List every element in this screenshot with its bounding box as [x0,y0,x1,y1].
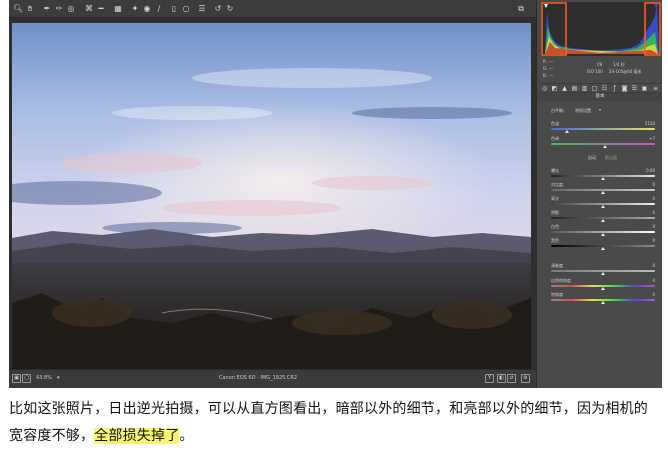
white-balance-select[interactable]: 原照设置 [575,108,591,114]
camera-calibration-tab-icon[interactable]: ◙ [621,85,628,92]
whites-label: 白色 [551,224,559,229]
view-toggle-button[interactable]: Y [485,374,494,383]
brush-icon[interactable]: ∕ [154,4,164,14]
toggle-view-icon[interactable]: ▢ [22,374,31,383]
vibrance-slider-thumb[interactable] [601,287,605,290]
saturation-slider-thumb[interactable] [601,301,605,304]
shadows-slider-thumb[interactable] [601,219,605,222]
tint-label: 色调 [551,136,559,141]
spot-removal-icon[interactable]: ✦ [130,4,140,14]
white-balance-label: 白平衡: [551,108,565,113]
settings-icon[interactable]: ⚙ [521,374,530,383]
clarity-value[interactable]: 0 [639,263,655,268]
whites-slider-thumb[interactable] [601,233,605,236]
blacks-slider-thumb[interactable] [601,247,605,250]
blacks-label: 黑色 [551,238,559,243]
tone-curve-tab-icon[interactable]: ◩ [551,85,558,92]
compare-swap-icon[interactable]: ⇄ [507,374,516,383]
fullscreen-icon[interactable]: ⧉ [516,4,526,14]
lens-tab-icon[interactable]: □ [591,85,598,92]
effects-tab-icon[interactable]: ☷ [601,85,608,92]
zoom-dropdown-icon[interactable]: ▾ [57,375,60,381]
caption-highlight: 全部损失掉了 [94,428,180,444]
exposure-label: 曝光 [551,168,559,173]
color-sampler-icon[interactable]: ✑ [54,4,64,14]
g-value: --- [549,66,554,71]
caption-end: 。 [179,428,194,444]
whites-value[interactable]: 0 [639,224,655,229]
vibrance-value[interactable]: 0 [639,278,655,283]
vibrance-label: 自然饱和度 [551,278,571,283]
iso: ISO 100 [587,69,603,74]
camera-raw-screenshot: 🔍︎ ✋︎ ✒ ✑ ◎ ⌘ ━ ▦ ✦ ◉ ∕ ▯ ○ ☰ ↺ ↻ ⧉ ▣ ▢ … [9,0,662,388]
snapshots-tab-icon[interactable]: ▣ [641,85,648,92]
crop-icon[interactable]: ⌘ [84,4,94,14]
presets-tab-icon[interactable]: ☰ [631,85,638,92]
red-eye-icon[interactable]: ◉ [142,4,152,14]
lens-info: 24-105@64 毫米 [609,69,642,74]
temp-slider-thumb[interactable] [565,130,569,133]
hsl-tab-icon[interactable]: ▤ [571,85,578,92]
tint-slider-thumb[interactable] [603,145,607,148]
status-bar: ▣ ▢ 43.8% ▾ Canon EOS 6D - IMG_1925.CR2 … [9,369,536,388]
tint-value[interactable]: +7 [639,136,655,141]
g-label: G: [543,66,548,71]
white-balance-dropdown-icon[interactable]: ▾ [599,107,601,112]
b-label: B: [543,73,548,78]
photo-canvas[interactable] [9,18,536,369]
exposure-slider-thumb[interactable] [601,177,605,180]
blacks-value[interactable]: 0 [639,238,655,243]
r-value: --- [549,59,554,64]
r-label: R: [543,59,548,64]
contrast-slider-thumb[interactable] [601,191,605,194]
zoom-icon[interactable]: 🔍︎ [13,4,23,14]
histogram [541,2,661,56]
saturation-value[interactable]: 0 [639,292,655,297]
detail-tab-icon[interactable]: ▲ [561,85,568,92]
highlights-slider-thumb[interactable] [601,205,605,208]
zoom-level[interactable]: 43.8% [36,375,52,381]
compare-before-after-icon[interactable]: ◧ [497,374,506,383]
highlights-label: 高光 [551,196,559,201]
basic-section-title: 基本 [537,93,662,101]
panel-tabs: ◎ ◩ ▲ ▤ ▥ □ ☷ ƒ ◙ ☰ ▣ ≡ [539,83,661,93]
exposure-value[interactable]: 0.00 [639,168,655,173]
temp-label: 色温 [551,121,559,126]
graduated-filter-icon[interactable]: ▯ [169,4,179,14]
split-toning-tab-icon[interactable]: ▥ [581,85,588,92]
target-adjust-icon[interactable]: ◎ [66,4,76,14]
clarity-label: 清晰度 [551,263,563,268]
camera-readout: R: --- G: --- B: --- f/8 1/4 秒 ISO 100 2… [543,58,661,80]
saturation-label: 饱和度 [551,292,563,297]
auto-button[interactable]: 自动 [588,155,596,161]
radial-filter-icon[interactable]: ○ [181,4,191,14]
b-value: --- [549,73,554,78]
aperture: f/8 [597,62,603,67]
camera-file-label: Canon EOS 6D - IMG_1925.CR2 [219,375,298,381]
shutter-speed: 1/4 秒 [613,62,625,67]
transform-icon[interactable]: ▦ [113,4,123,14]
temp-value[interactable]: 5150 [639,121,655,126]
contrast-value[interactable]: 0 [639,182,655,187]
straighten-icon[interactable]: ━ [96,4,106,14]
basic-tab-icon[interactable]: ◎ [541,85,548,92]
hand-icon[interactable]: ✋︎ [25,4,35,14]
clarity-slider-thumb[interactable] [601,272,605,275]
white-balance-icon[interactable]: ✒ [42,4,52,14]
highlights-value[interactable]: 0 [639,196,655,201]
fx-tab-icon[interactable]: ƒ [611,85,618,92]
shadows-value[interactable]: 0 [639,210,655,215]
article-caption: 比如这张照片，日出逆光拍摄，可以从直方图看出，暗部以外的细节，和亮部以外的细节，… [9,396,661,450]
rotate-ccw-icon[interactable]: ↺ [213,4,223,14]
shadows-label: 阴影 [551,210,559,215]
preferences-icon[interactable]: ☰ [197,4,207,14]
rotate-cw-icon[interactable]: ↻ [225,4,235,14]
toggle-filmstrip-icon[interactable]: ▣ [12,374,21,383]
contrast-label: 对比度 [551,182,563,187]
default-button[interactable]: 默认值 [605,155,617,161]
landscape-photo [12,23,531,369]
panel-menu-icon[interactable]: ≡ [652,85,659,92]
right-panel: R: --- G: --- B: --- f/8 1/4 秒 ISO 100 2… [536,0,662,388]
